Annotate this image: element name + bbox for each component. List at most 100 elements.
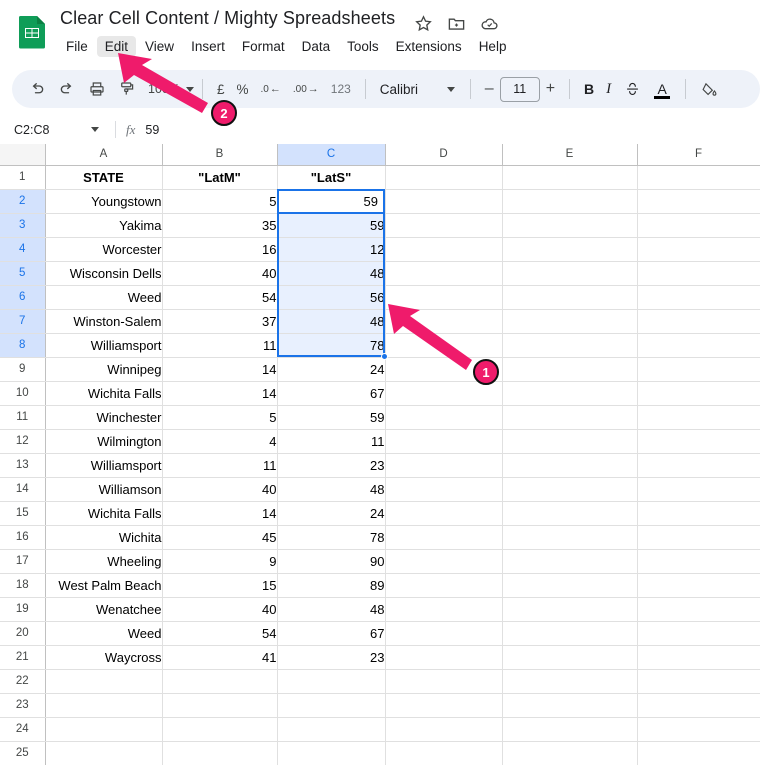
cell-C23[interactable] (277, 693, 386, 718)
cell-A10[interactable]: Wichita Falls (45, 381, 163, 406)
cell-B4[interactable]: 16 (162, 237, 278, 262)
cell-E13[interactable] (502, 453, 638, 478)
cell-A2[interactable]: Youngstown (45, 189, 163, 214)
cell-C13[interactable]: 23 (277, 453, 386, 478)
cell-E1[interactable] (502, 165, 638, 190)
cell-D23[interactable] (385, 693, 503, 718)
cell-D18[interactable] (385, 573, 503, 598)
cell-C18[interactable]: 89 (277, 573, 386, 598)
cell-F5[interactable] (637, 261, 760, 286)
document-title[interactable]: Clear Cell Content / Mighty Spreadsheets (60, 8, 395, 29)
cell-F7[interactable] (637, 309, 760, 334)
cell-E9[interactable] (502, 357, 638, 382)
cell-C16[interactable]: 78 (277, 525, 386, 550)
cell-F6[interactable] (637, 285, 760, 310)
cell-D5[interactable] (385, 261, 503, 286)
cell-B18[interactable]: 15 (162, 573, 278, 598)
row-header-16[interactable]: 16 (0, 525, 46, 550)
cell-C19[interactable]: 48 (277, 597, 386, 622)
cell-D19[interactable] (385, 597, 503, 622)
cell-D11[interactable] (385, 405, 503, 430)
cell-D15[interactable] (385, 501, 503, 526)
menu-tools[interactable]: Tools (339, 36, 387, 57)
paint-format-icon[interactable] (112, 74, 142, 104)
cell-C8[interactable]: 78 (277, 333, 386, 358)
italic-button[interactable]: I (600, 75, 617, 103)
cell-D14[interactable] (385, 477, 503, 502)
cell-D16[interactable] (385, 525, 503, 550)
decrease-font-size-button[interactable]: – (479, 75, 500, 103)
star-icon[interactable] (414, 14, 433, 33)
cell-F18[interactable] (637, 573, 760, 598)
menu-format[interactable]: Format (234, 36, 293, 57)
row-header-25[interactable]: 25 (0, 741, 46, 765)
cell-B3[interactable]: 35 (162, 213, 278, 238)
row-header-22[interactable]: 22 (0, 669, 46, 694)
select-all-corner[interactable] (0, 144, 46, 166)
cell-B23[interactable] (162, 693, 278, 718)
cell-B24[interactable] (162, 717, 278, 742)
cell-B7[interactable]: 37 (162, 309, 278, 334)
cell-D12[interactable] (385, 429, 503, 454)
column-header-a[interactable]: A (45, 144, 163, 166)
cell-D1[interactable] (385, 165, 503, 190)
cell-D8[interactable] (385, 333, 503, 358)
cell-E5[interactable] (502, 261, 638, 286)
cell-E23[interactable] (502, 693, 638, 718)
menu-view[interactable]: View (137, 36, 182, 57)
font-family-chevron-down-icon[interactable] (440, 74, 462, 104)
cell-F13[interactable] (637, 453, 760, 478)
cell-A23[interactable] (45, 693, 163, 718)
cell-C2[interactable]: 59 (277, 189, 386, 214)
menu-extensions[interactable]: Extensions (388, 36, 470, 57)
cell-A24[interactable] (45, 717, 163, 742)
zoom-control[interactable]: 100% (144, 78, 194, 100)
cell-D7[interactable] (385, 309, 503, 334)
cell-A9[interactable]: Winnipeg (45, 357, 163, 382)
row-header-12[interactable]: 12 (0, 429, 46, 454)
cell-D17[interactable] (385, 549, 503, 574)
row-header-19[interactable]: 19 (0, 597, 46, 622)
cell-E20[interactable] (502, 621, 638, 646)
cell-E18[interactable] (502, 573, 638, 598)
cell-C20[interactable]: 67 (277, 621, 386, 646)
cell-E4[interactable] (502, 237, 638, 262)
more-formats-button[interactable]: 123 (325, 75, 357, 103)
cell-D24[interactable] (385, 717, 503, 742)
cell-E3[interactable] (502, 213, 638, 238)
cell-F11[interactable] (637, 405, 760, 430)
cell-E6[interactable] (502, 285, 638, 310)
cell-F3[interactable] (637, 213, 760, 238)
row-header-4[interactable]: 4 (0, 237, 46, 262)
cell-D21[interactable] (385, 645, 503, 670)
row-header-10[interactable]: 10 (0, 381, 46, 406)
cell-E11[interactable] (502, 405, 638, 430)
cell-F10[interactable] (637, 381, 760, 406)
row-header-1[interactable]: 1 (0, 165, 46, 190)
formula-input[interactable]: 59 (145, 123, 159, 137)
cell-A20[interactable]: Weed (45, 621, 163, 646)
cell-C1[interactable]: "LatS" (277, 165, 386, 190)
decrease-decimal-button[interactable]: .0 ← (255, 75, 287, 103)
print-icon[interactable] (82, 74, 112, 104)
cell-C10[interactable]: 67 (277, 381, 386, 406)
fill-handle[interactable] (381, 353, 388, 360)
cell-F23[interactable] (637, 693, 760, 718)
cell-B16[interactable]: 45 (162, 525, 278, 550)
move-to-folder-icon[interactable] (447, 14, 466, 33)
cell-E25[interactable] (502, 741, 638, 765)
cell-A18[interactable]: West Palm Beach (45, 573, 163, 598)
cell-E21[interactable] (502, 645, 638, 670)
cell-B2[interactable]: 5 (162, 189, 278, 214)
cell-F12[interactable] (637, 429, 760, 454)
cell-F19[interactable] (637, 597, 760, 622)
cell-C5[interactable]: 48 (277, 261, 386, 286)
cell-F9[interactable] (637, 357, 760, 382)
fill-color-icon[interactable] (694, 74, 724, 104)
cell-A13[interactable]: Williamsport (45, 453, 163, 478)
menu-data[interactable]: Data (294, 36, 339, 57)
row-header-2[interactable]: 2 (0, 189, 46, 214)
column-header-c[interactable]: C (277, 144, 386, 166)
text-color-icon[interactable]: A (647, 74, 677, 104)
cell-A8[interactable]: Williamsport (45, 333, 163, 358)
